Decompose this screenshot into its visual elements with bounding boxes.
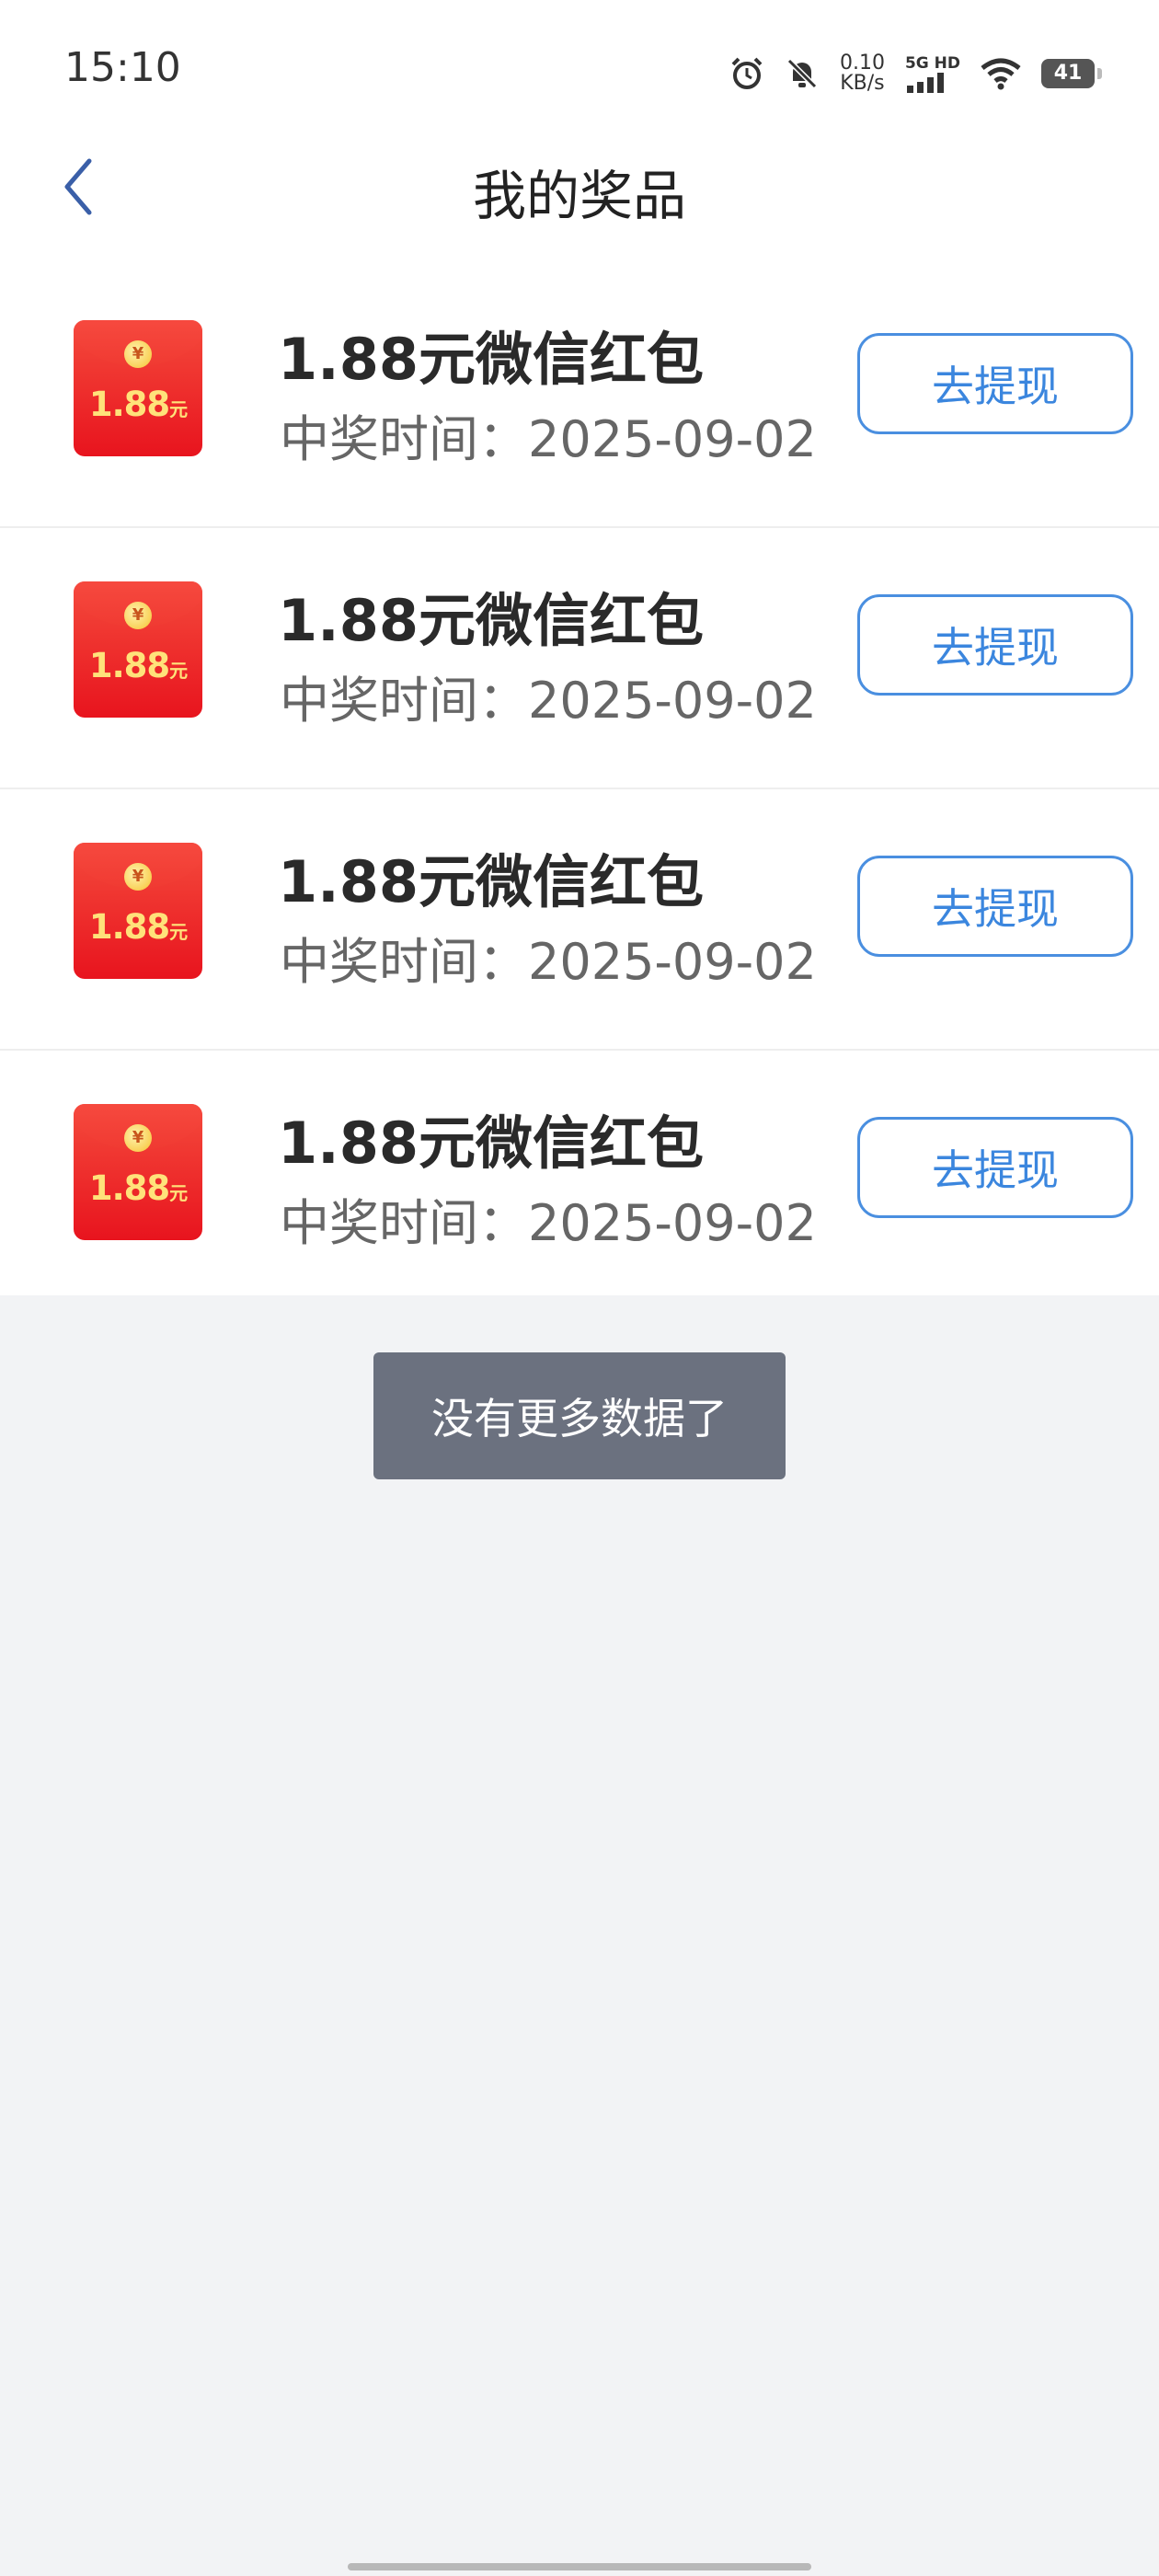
prize-time: 中奖时间：2025-09-02 [280,933,817,991]
prize-title: 1.88元微信红包 [278,848,704,915]
prize-list: ¥ 1.88元 1.88元微信红包 中奖时间：2025-09-02 去提现 ¥ … [0,267,1159,1310]
net-speed: 0.10 KB/s [840,53,885,94]
status-time: 15:10 [64,44,181,91]
prize-item: ¥ 1.88元 1.88元微信红包 中奖时间：2025-09-02 去提现 [0,1051,1159,1310]
red-packet-amount: 1.88元 [88,1168,188,1208]
prize-time: 中奖时间：2025-09-02 [280,1194,817,1252]
withdraw-button[interactable]: 去提现 [857,856,1133,957]
withdraw-button[interactable]: 去提现 [857,1117,1133,1218]
red-packet-amount: 1.88元 [88,907,188,947]
home-indicator[interactable] [348,2563,811,2570]
coin-icon: ¥ [124,340,152,368]
alarm-icon [729,56,764,91]
signal-icon: 5G HD [905,54,960,93]
net-speed-value: 0.10 [839,52,885,75]
status-bar: 15:10 0.10 KB/s 5G HD 41 [0,0,1159,138]
header: 我的奖品 [0,138,1159,239]
prize-item: ¥ 1.88元 1.88元微信红包 中奖时间：2025-09-02 去提现 [0,789,1159,1051]
coin-icon: ¥ [124,1124,152,1152]
prize-time: 中奖时间：2025-09-02 [280,672,817,730]
red-packet-amount: 1.88元 [88,646,188,685]
toast-message: 没有更多数据了 [373,1352,786,1479]
prize-item: ¥ 1.88元 1.88元微信红包 中奖时间：2025-09-02 去提现 [0,528,1159,789]
battery-icon: 41 [1041,59,1102,88]
battery-level: 41 [1053,62,1083,85]
network-type: 5G HD [904,54,960,73]
withdraw-button[interactable]: 去提现 [857,594,1133,696]
red-packet-icon: ¥ 1.88元 [74,1104,202,1240]
bell-muted-icon [785,56,820,91]
coin-icon: ¥ [124,863,152,891]
prize-time: 中奖时间：2025-09-02 [280,410,817,468]
prize-title: 1.88元微信红包 [278,587,704,654]
coin-icon: ¥ [124,602,152,629]
withdraw-button[interactable]: 去提现 [857,333,1133,434]
prize-title: 1.88元微信红包 [278,1110,704,1177]
net-speed-unit: KB/s [840,72,885,95]
red-packet-icon: ¥ 1.88元 [74,581,202,718]
prize-item: ¥ 1.88元 1.88元微信红包 中奖时间：2025-09-02 去提现 [0,267,1159,528]
status-icons: 0.10 KB/s 5G HD 41 [729,46,1102,101]
red-packet-amount: 1.88元 [88,385,188,424]
red-packet-icon: ¥ 1.88元 [74,843,202,979]
wifi-icon [981,57,1021,90]
prize-title: 1.88元微信红包 [278,326,704,393]
red-packet-icon: ¥ 1.88元 [74,320,202,456]
page-title: 我的奖品 [472,165,686,227]
